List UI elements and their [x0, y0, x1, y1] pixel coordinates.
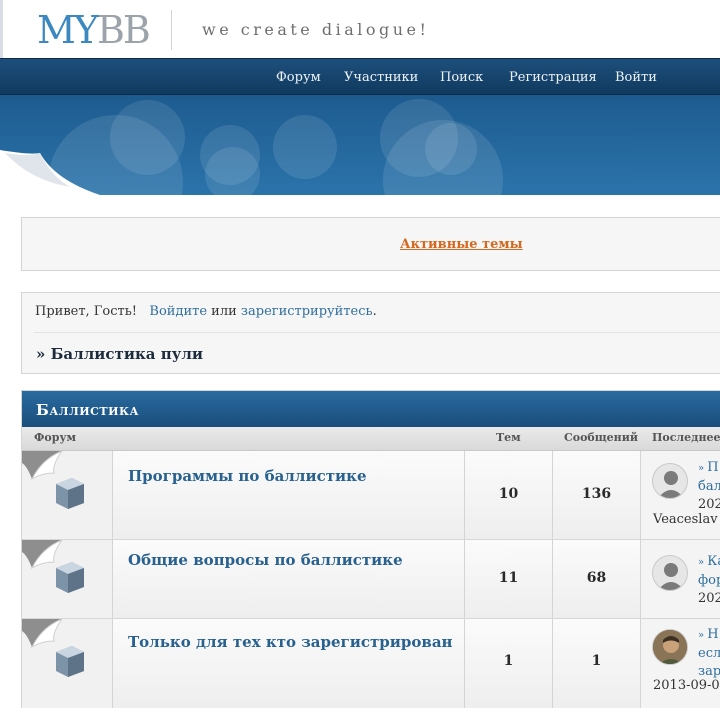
forum-row: Общие вопросы по баллистике 11 68 » Ка ф… [22, 540, 720, 619]
site-header: MYBB we create dialogue! [0, 0, 720, 58]
last-post-author[interactable]: Veaceslav [653, 512, 718, 527]
posts-count-cell: 1 [553, 619, 641, 708]
nav-forum[interactable]: Форум [276, 70, 321, 85]
banner-bubble [273, 115, 337, 179]
breadcrumb: » Баллистика пули [36, 345, 203, 363]
period-text: . [372, 304, 377, 319]
active-topics-box: Активные темы [21, 217, 720, 271]
forum-cube-icon [22, 451, 84, 509]
forum-row: Программы по баллистике 10 136 » П бал 2… [22, 451, 720, 540]
posts-count: 136 [581, 486, 612, 502]
forum-status-cell [22, 451, 113, 539]
avatar[interactable] [652, 463, 688, 499]
last-post-cell: » Ка фор 202 [641, 540, 720, 618]
user-photo-icon [653, 630, 687, 664]
forum-row: Только для тех кто зарегистрирован 1 1 »… [22, 619, 720, 708]
top-navigation: Форум Участники Поиск Регистрация Войти [0, 58, 720, 95]
last-post-date: 202 [698, 591, 720, 606]
posts-count: 1 [591, 653, 602, 669]
topics-count: 10 [498, 486, 519, 502]
breadcrumb-current: Баллистика пули [50, 345, 204, 363]
banner-bubble [205, 147, 260, 195]
mybb-logo[interactable]: MYBB [37, 8, 151, 52]
last-post-title-cont[interactable]: есл [698, 645, 720, 663]
forum-title-link[interactable]: Общие вопросы по баллистике [128, 551, 403, 569]
posts-count-cell: 136 [553, 451, 641, 539]
welcome-message: Привет, Гость! Войдите или зарегистрируй… [35, 304, 377, 319]
last-post-cell: » Н есл зар 2013-09-0 [641, 619, 720, 708]
col-forum: Форум [34, 431, 77, 444]
topics-count-cell: 11 [465, 540, 553, 618]
default-user-icon [658, 471, 684, 498]
avatar[interactable] [652, 555, 688, 591]
column-headers: Форум Тем Сообщений Последнее [22, 427, 720, 451]
col-last-post: Последнее [652, 431, 720, 444]
forum-category-table: Баллистика Форум Тем Сообщений Последнее… [21, 390, 720, 708]
last-post-title[interactable]: Н [707, 627, 718, 642]
banner-bubble [110, 100, 185, 175]
logo-bb: BB [97, 8, 151, 52]
last-post-info: » П бал 202 [698, 459, 720, 514]
forum-cube-icon [22, 619, 84, 677]
or-text: или [211, 304, 237, 319]
avatar[interactable] [652, 629, 688, 665]
last-post-cell: » П бал 202 Veaceslav [641, 451, 720, 539]
last-post-title[interactable]: П [707, 460, 718, 475]
last-post-date: 2013-09-0 [653, 678, 720, 693]
nav-register[interactable]: Регистрация [509, 70, 597, 85]
forum-title-link[interactable]: Программы по баллистике [128, 467, 367, 485]
forum-title-link[interactable]: Только для тех кто зарегистрирован [128, 633, 453, 651]
last-post-title-cont[interactable]: бал [698, 478, 720, 496]
banner-bubble [425, 123, 477, 175]
last-post-info: » Н есл зар [698, 627, 720, 679]
default-user-icon [658, 563, 684, 590]
forum-status-cell [22, 540, 113, 618]
forum-cube-icon [22, 540, 84, 593]
logo-my: MY [37, 8, 99, 52]
register-link[interactable]: зарегистрируйтесь [241, 304, 373, 319]
login-link[interactable]: Войдите [149, 304, 207, 319]
site-tagline: we create dialogue! [202, 20, 430, 39]
category-title[interactable]: Баллистика [36, 401, 139, 419]
divider [34, 332, 720, 333]
posts-count: 68 [586, 570, 607, 586]
logo-divider [171, 10, 172, 50]
last-post-title[interactable]: Ка [707, 554, 720, 569]
last-post-title-cont[interactable]: фор [698, 572, 720, 590]
nav-search[interactable]: Поиск [440, 70, 483, 85]
col-topics: Тем [496, 431, 521, 444]
topics-count: 1 [503, 653, 514, 669]
forum-info-cell: Только для тех кто зарегистрирован [113, 619, 465, 708]
active-topics-link[interactable]: Активные темы [400, 237, 523, 252]
welcome-box: Привет, Гость! Войдите или зарегистрируй… [21, 292, 720, 374]
last-post-info: » Ка фор 202 [698, 553, 720, 608]
page-curl-icon [0, 150, 100, 195]
nav-login[interactable]: Войти [615, 70, 657, 85]
nav-members[interactable]: Участники [344, 70, 418, 85]
greeting-text: Привет, Гость! [35, 304, 138, 319]
breadcrumb-arrow: » [36, 345, 46, 363]
forum-info-cell: Программы по баллистике [113, 451, 465, 539]
col-posts: Сообщений [564, 431, 639, 444]
posts-count-cell: 68 [553, 540, 641, 618]
topics-count: 11 [498, 570, 519, 586]
category-header: Баллистика [22, 391, 720, 427]
forum-info-cell: Общие вопросы по баллистике [113, 540, 465, 618]
header-banner [0, 95, 720, 195]
topics-count-cell: 10 [465, 451, 553, 539]
topics-count-cell: 1 [465, 619, 553, 708]
forum-status-cell [22, 619, 113, 708]
